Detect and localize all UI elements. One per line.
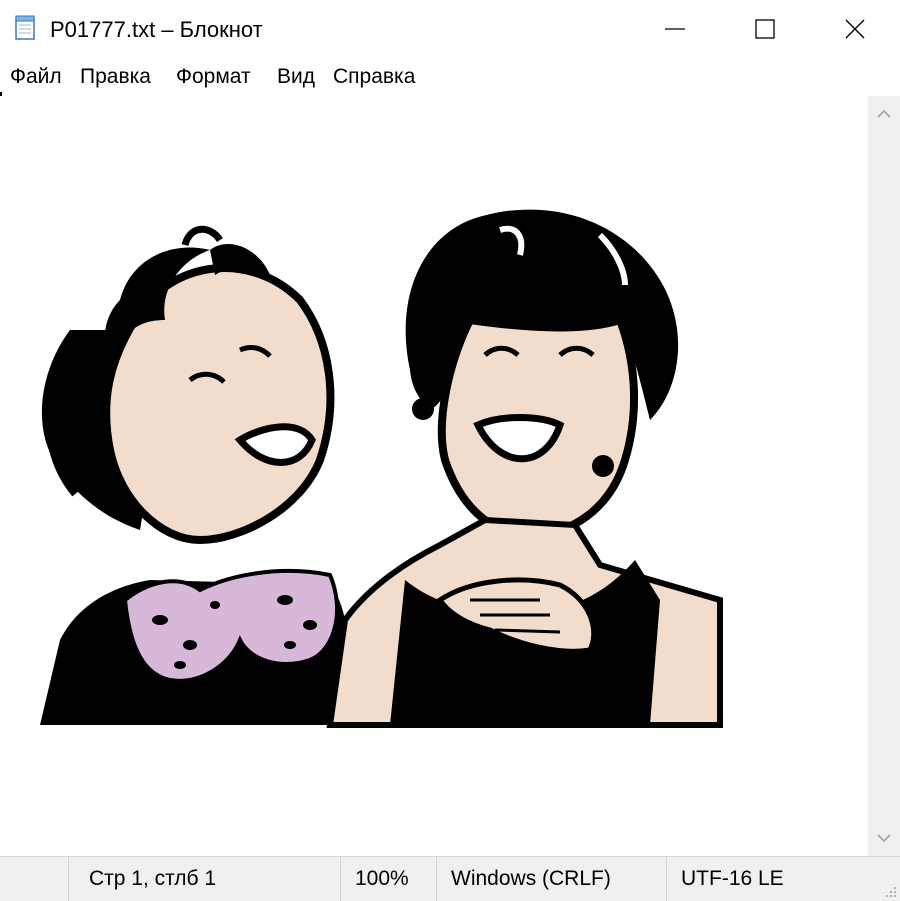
status-cursor-position: Стр 1, стлб 1	[68, 857, 340, 901]
status-line-ending: Windows (CRLF)	[436, 857, 666, 901]
menu-help[interactable]: Справка	[331, 65, 417, 89]
maximize-button[interactable]	[720, 0, 810, 58]
maximize-icon	[755, 19, 775, 39]
two-laughing-women-image	[40, 209, 723, 728]
close-icon	[845, 19, 865, 39]
scroll-up-button[interactable]	[868, 96, 900, 132]
menu-view[interactable]: Вид	[275, 65, 317, 89]
menu-file[interactable]: Файл	[8, 65, 64, 89]
chevron-up-icon	[877, 109, 891, 118]
resize-grip-icon[interactable]	[882, 883, 898, 899]
scroll-down-button[interactable]	[868, 820, 900, 856]
status-encoding: UTF-16 LE	[666, 857, 900, 901]
menu-bar: Файл Правка Формат Вид Справка	[0, 58, 900, 97]
text-editor-area[interactable]	[0, 96, 868, 856]
menu-edit[interactable]: Правка	[78, 65, 153, 89]
minimize-button[interactable]	[630, 0, 720, 58]
chevron-down-icon	[877, 834, 891, 843]
menu-format[interactable]: Формат	[174, 65, 253, 89]
window-title: P01777.txt – Блокнот	[50, 17, 263, 42]
title-bar[interactable]: P01777.txt – Блокнот	[0, 0, 900, 58]
notepad-icon	[15, 15, 35, 40]
minimize-icon	[665, 28, 685, 30]
close-button[interactable]	[810, 0, 900, 58]
status-zoom: 100%	[340, 857, 436, 901]
vertical-scrollbar[interactable]	[868, 96, 900, 856]
status-bar: Стр 1, стлб 1 100% Windows (CRLF) UTF-16…	[0, 856, 900, 901]
